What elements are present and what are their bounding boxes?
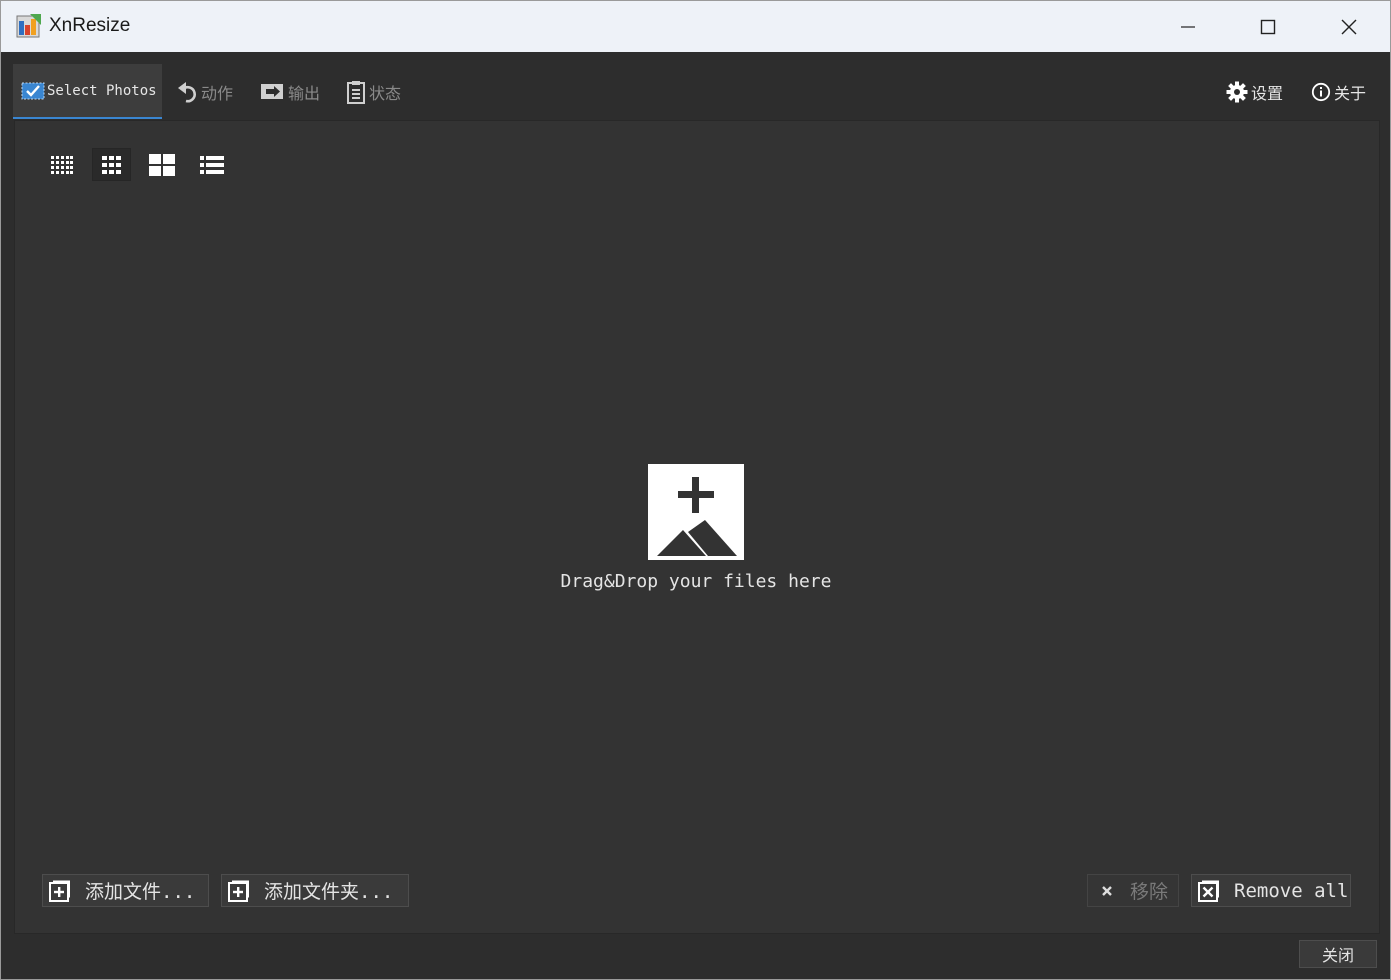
tab-select-photos[interactable]: Select Photos <box>13 64 162 119</box>
view-medium-grid-button[interactable] <box>92 148 131 181</box>
export-icon <box>261 83 283 99</box>
close-icon <box>1341 19 1357 34</box>
tab-output[interactable]: 输出 <box>260 64 320 119</box>
settings-label: 设置 <box>1251 83 1284 103</box>
about-label: 关于 <box>1334 83 1367 103</box>
title-bar: XnResize <box>1 1 1390 52</box>
remove-all-label: Remove all <box>1234 879 1349 902</box>
app-window: XnResize Select Photos 动作 输出 状态 设置 关于 Dr… <box>0 0 1391 980</box>
view-list-button[interactable] <box>192 148 231 181</box>
maximize-icon <box>1260 19 1276 34</box>
maximize-button[interactable] <box>1228 1 1308 52</box>
tab-label: Select Photos <box>47 82 157 99</box>
close-button[interactable]: 关闭 <box>1299 940 1377 968</box>
xnresize-app-icon <box>16 14 41 38</box>
about-button[interactable]: 关于 <box>1311 64 1366 119</box>
close-window-button[interactable] <box>1309 1 1389 52</box>
add-folder-label: 添加文件夹... <box>264 881 394 903</box>
clipboard-icon <box>347 80 365 104</box>
medium-grid-icon <box>101 155 121 174</box>
x-icon <box>1102 885 1112 896</box>
tab-label: 动作 <box>201 83 234 103</box>
view-large-grid-button[interactable] <box>142 148 181 181</box>
gear-icon <box>1226 81 1248 102</box>
minimize-icon <box>1181 25 1195 28</box>
add-folder-icon <box>228 880 249 902</box>
tab-action[interactable]: 动作 <box>177 64 233 119</box>
tab-status[interactable]: 状态 <box>345 64 401 119</box>
remove-button[interactable]: 移除 <box>1087 874 1179 907</box>
add-file-icon <box>49 880 70 902</box>
add-folder-button[interactable]: 添加文件夹... <box>221 874 409 907</box>
window-title: XnResize <box>49 15 131 36</box>
select-photos-icon <box>21 82 45 99</box>
view-small-grid-button[interactable] <box>42 148 81 181</box>
remove-all-icon <box>1198 880 1219 902</box>
small-grid-icon <box>50 155 73 174</box>
list-icon <box>199 155 224 174</box>
remove-all-button[interactable]: Remove all <box>1191 874 1351 907</box>
minimize-button[interactable] <box>1148 1 1228 52</box>
add-files-label: 添加文件... <box>85 881 196 903</box>
add-image-icon <box>648 464 744 560</box>
tab-label: 输出 <box>288 83 321 103</box>
large-grid-icon <box>148 153 175 176</box>
remove-label: 移除 <box>1130 881 1169 903</box>
main-toolbar: Select Photos 动作 输出 状态 设置 关于 <box>1 52 1390 120</box>
info-icon <box>1311 82 1331 101</box>
photo-drop-panel[interactable]: Drag&Drop your files here 添加文件... 添加文件夹.… <box>14 120 1380 934</box>
drop-hint-text: Drag&Drop your files here <box>560 571 832 592</box>
settings-button[interactable]: 设置 <box>1226 64 1283 119</box>
tab-label: 状态 <box>369 83 402 103</box>
undo-arrow-icon <box>178 81 196 102</box>
add-files-button[interactable]: 添加文件... <box>42 874 209 907</box>
